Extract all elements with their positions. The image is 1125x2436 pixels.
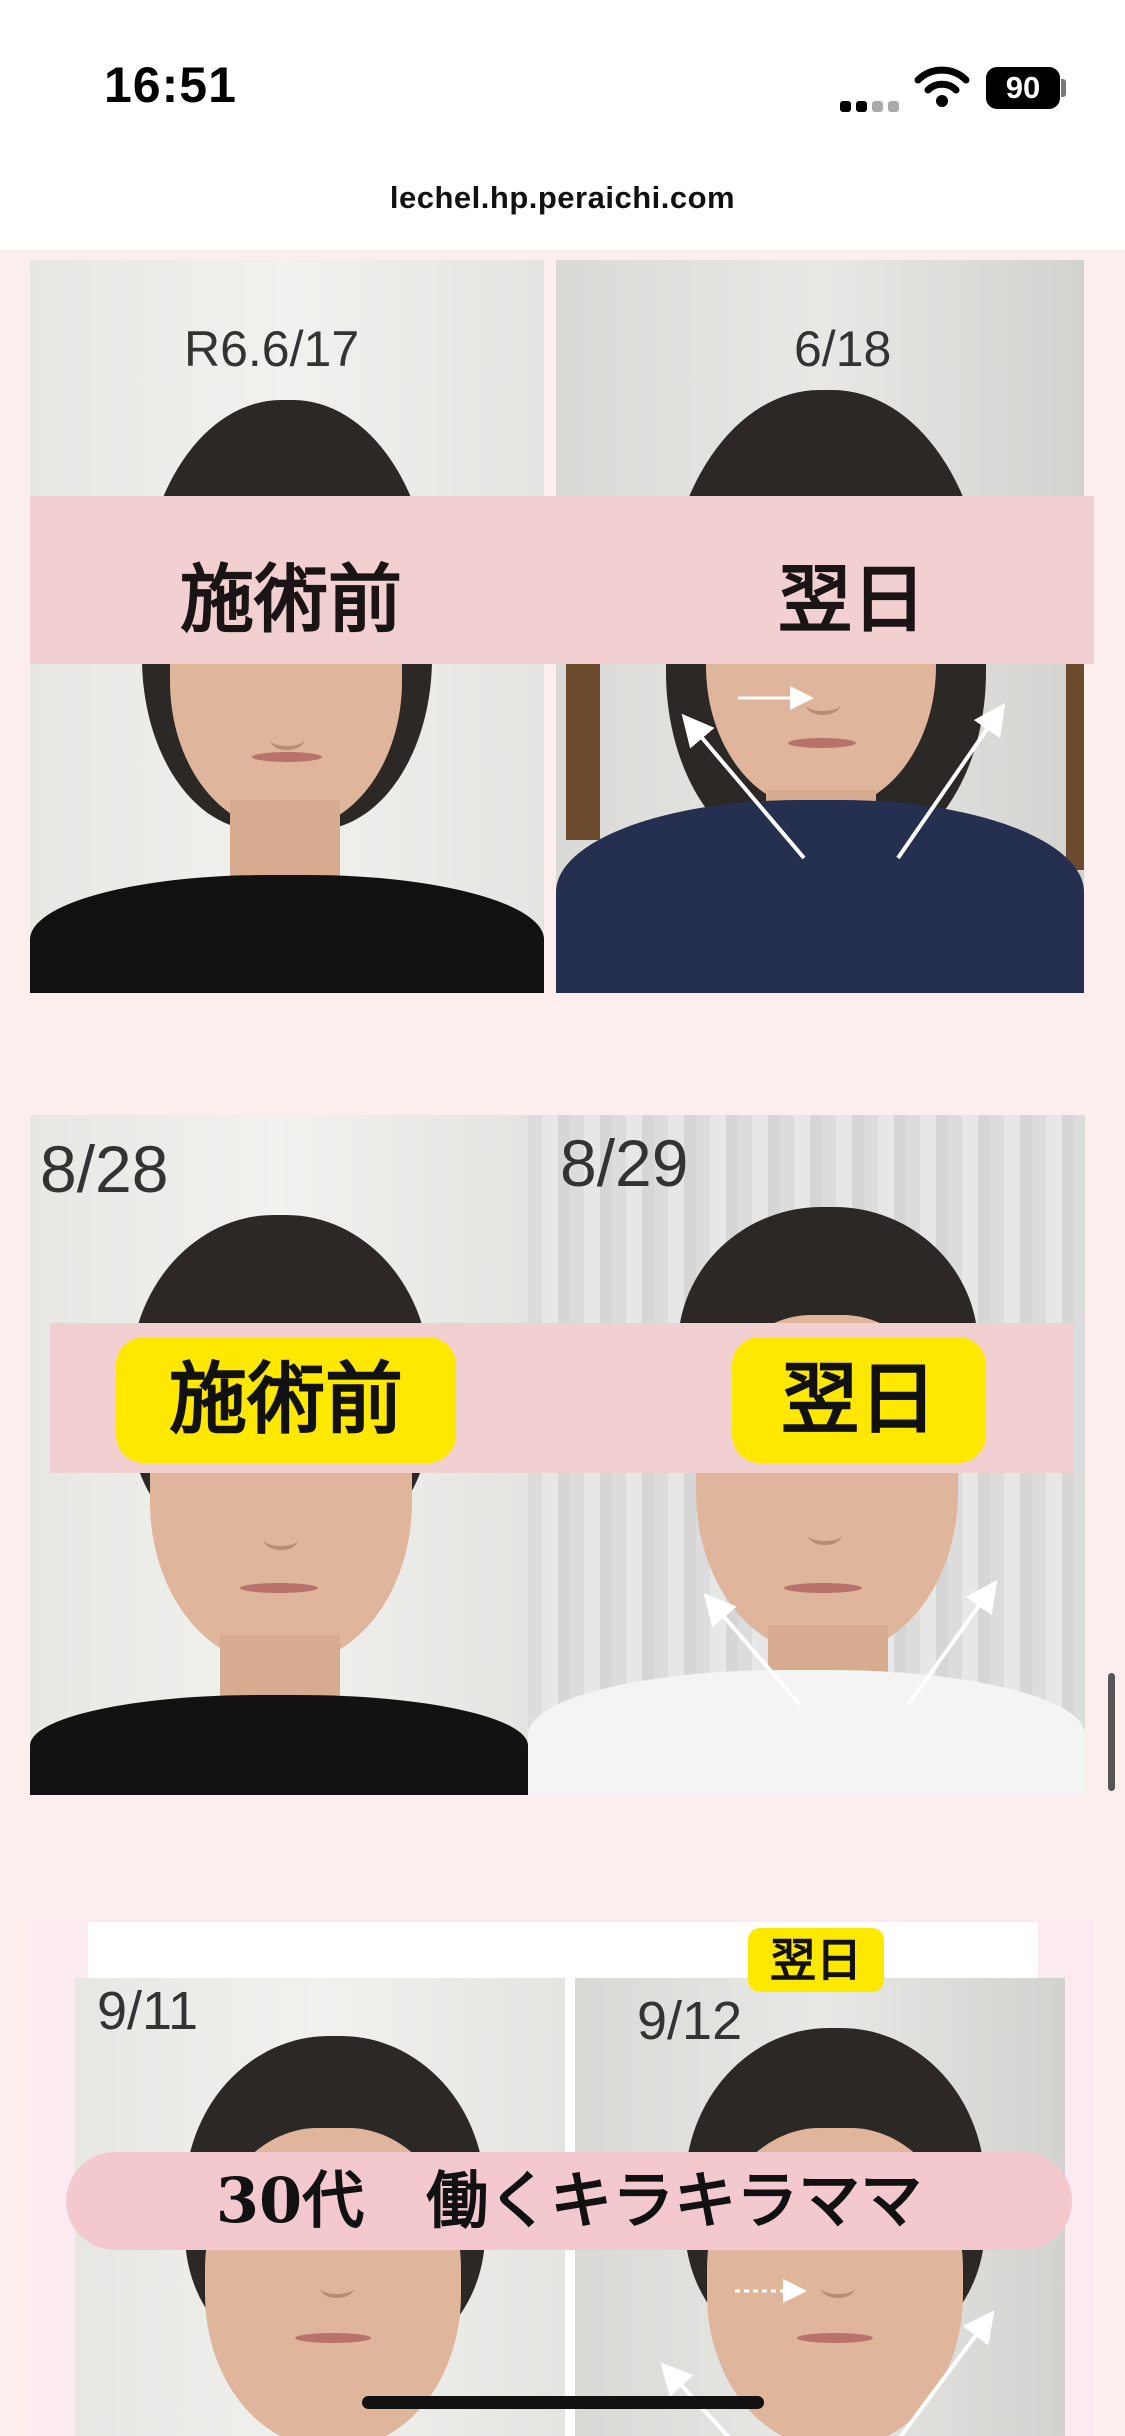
before-date-label: R6.6/17 [184,321,360,377]
before-after-banner-2: 施術前 翌日 [50,1323,1074,1473]
before-after-banner-1: 施術前 翌日 [30,496,1094,664]
after-date-label: 8/29 [560,1126,689,1200]
browser-url-bar[interactable]: lechel.hp.peraichi.com [0,150,1125,250]
customer-caption: 30代 働くキラキラママ [66,2152,1072,2250]
battery-tip [1061,79,1066,97]
after-label: 翌日 [732,1337,986,1463]
battery-icon: 90 [986,67,1060,109]
before-date-label: 9/11 [97,1981,199,2041]
before-label: 施術前 [180,557,402,643]
status-bar: 16:51 90 [0,0,1125,150]
status-time: 16:51 [104,57,237,113]
home-indicator[interactable] [362,2396,764,2409]
after-date-label: 9/12 [637,1991,743,2051]
after-date-label: 6/18 [794,321,892,377]
before-label: 施術前 [116,1337,456,1463]
scrollbar[interactable] [1108,1673,1115,1791]
url-text[interactable]: lechel.hp.peraichi.com [0,180,1125,216]
cellular-signal-icon [840,82,900,112]
before-date-label: 8/28 [40,1132,169,1206]
wifi-icon [914,66,970,107]
after-label: 翌日 [778,557,926,643]
next-day-tag: 翌日 [748,1928,884,1992]
